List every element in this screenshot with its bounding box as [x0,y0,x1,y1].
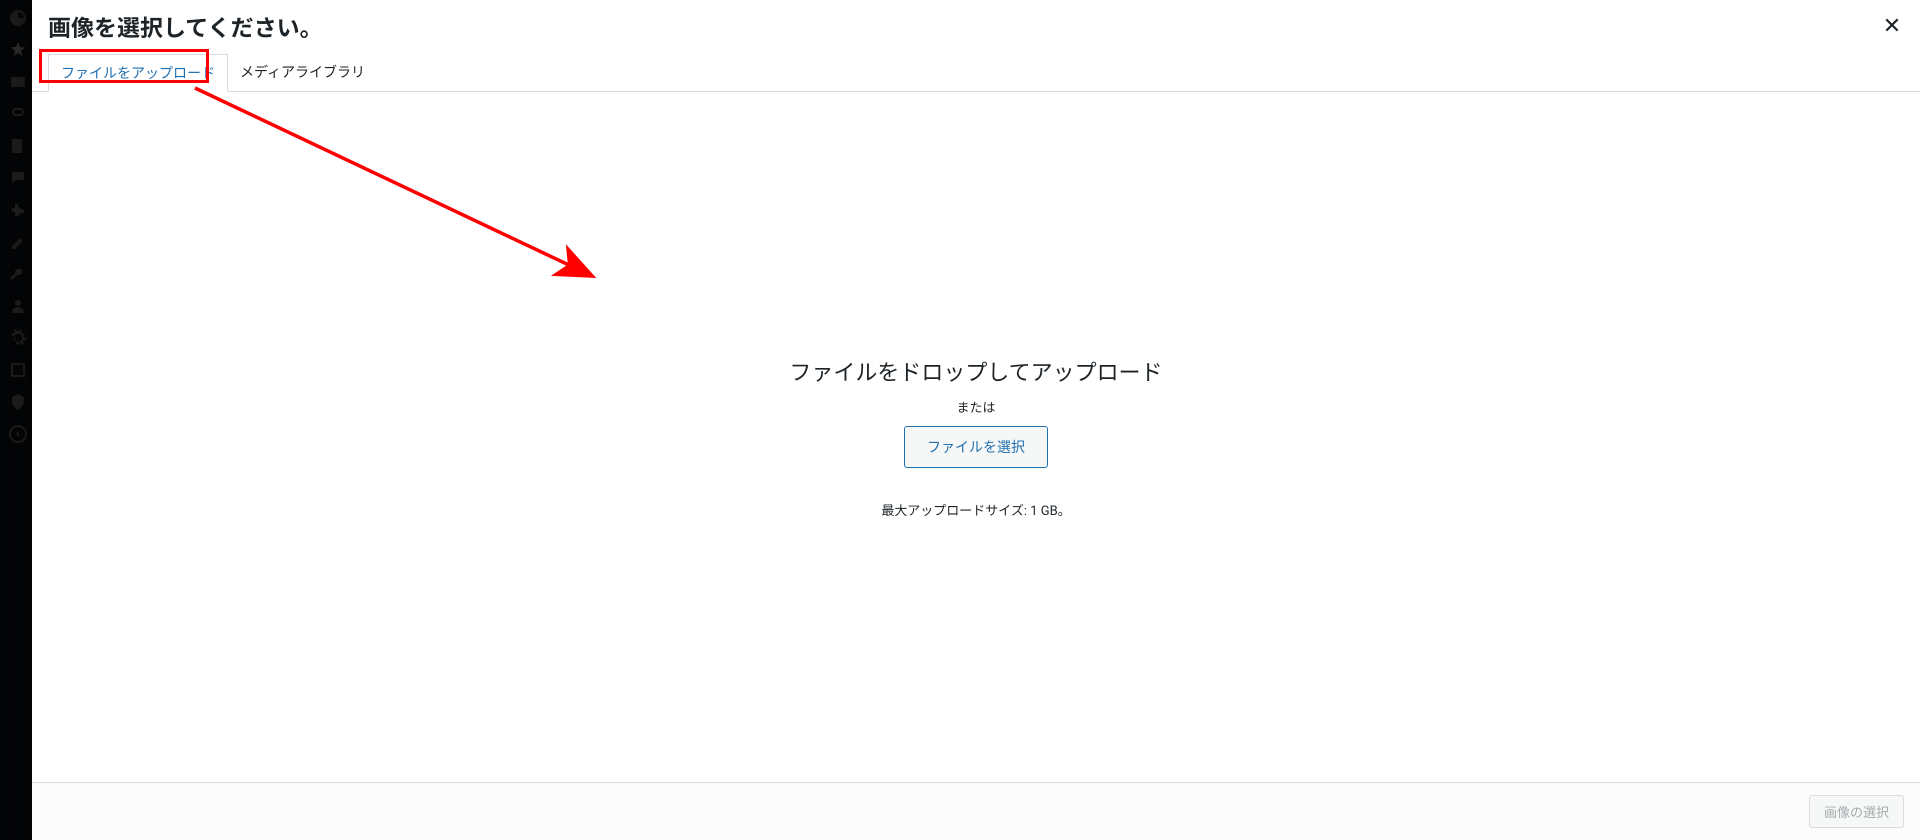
select-image-button[interactable]: 画像の選択 [1809,795,1904,828]
upload-drop-area[interactable]: ファイルをドロップしてアップロード または ファイルを選択 最大アップロードサイ… [32,92,1920,782]
modal-header: 画像を選択してください。 [32,0,1920,44]
drop-instruction: ファイルをドロップしてアップロード [789,355,1162,387]
close-button[interactable]: ✕ [1874,8,1910,44]
tab-upload[interactable]: ファイルをアップロード [48,54,228,92]
close-icon: ✕ [1883,13,1901,39]
modal-title: 画像を選択してください。 [48,14,1904,44]
max-upload-size: 最大アップロードサイズ: 1 GB。 [881,500,1070,519]
modal-footer: 画像の選択 [32,782,1920,840]
select-file-button[interactable]: ファイルを選択 [904,426,1048,468]
modal-tabs: ファイルをアップロード メディアライブラリ [32,54,1920,92]
or-text: または [956,397,995,416]
media-modal: ✕ 画像を選択してください。 ファイルをアップロード メディアライブラリ ファイ… [32,0,1920,840]
tab-media-library[interactable]: メディアライブラリ [228,54,377,91]
